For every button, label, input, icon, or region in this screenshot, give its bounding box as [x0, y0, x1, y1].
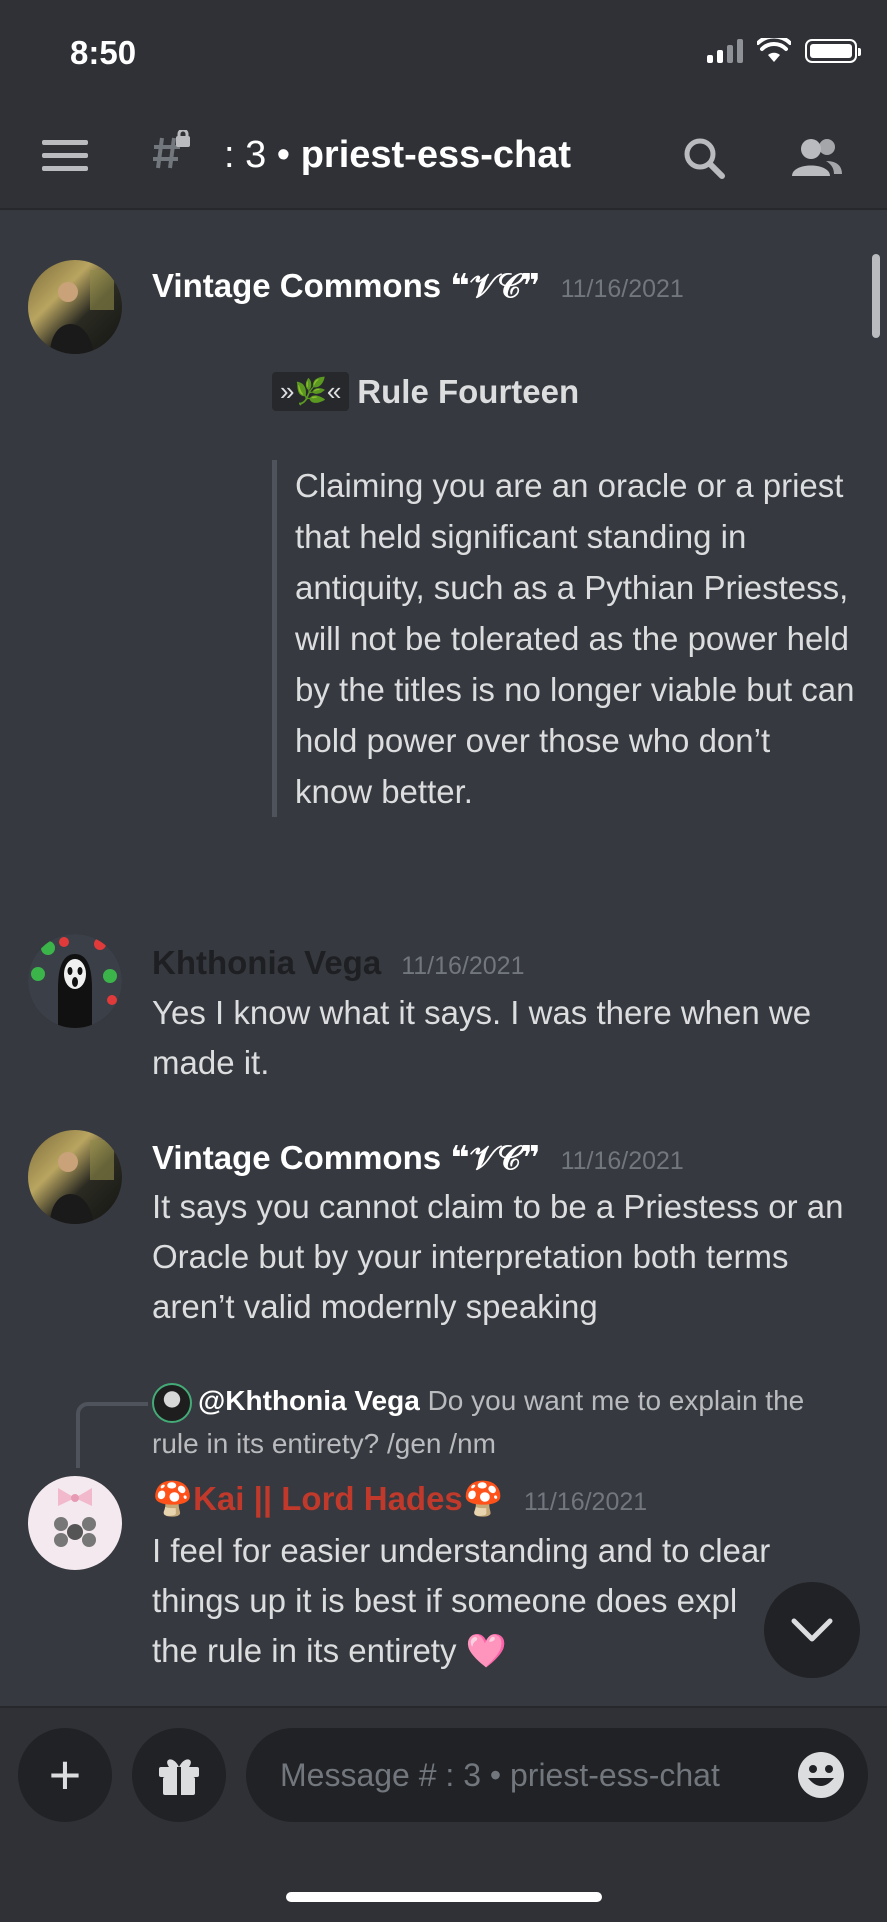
status-icons [707, 38, 861, 64]
gift-icon [159, 1759, 199, 1795]
reply-reference[interactable]: @Khthonia Vega Do you want me to explain… [152, 1380, 852, 1465]
rule-heading: »🌿« Rule Fourteen [272, 372, 579, 411]
reply-avatar [152, 1382, 192, 1423]
avatar[interactable] [28, 1476, 122, 1570]
block-quote: Claiming you are an oracle or a priest t… [272, 460, 855, 817]
message-author[interactable]: Vintage Commons ❝𝒱𝒞❞ 11/16/2021 [152, 1138, 684, 1178]
channel-title[interactable]: : 3 • priest-ess-chat [224, 134, 571, 177]
author-name[interactable]: Vintage Commons ❝𝒱𝒞❞ [152, 267, 541, 304]
message-timestamp: 11/16/2021 [401, 952, 525, 980]
message-timestamp: 11/16/2021 [523, 1488, 648, 1516]
leaf-emoji-icon: »🌿« [272, 372, 350, 411]
rule-title: Rule Fourteen [357, 372, 580, 410]
status-time: 8:50 [70, 34, 137, 71]
locked-channel-hash-icon [150, 128, 194, 184]
message-author[interactable]: Vintage Commons ❝𝒱𝒞❞ 11/16/2021 [152, 266, 684, 306]
reply-mention[interactable]: @Khthonia Vega [198, 1385, 420, 1416]
message-composer: + Message # : 3 • priest-ess-chat [0, 1706, 887, 1922]
mushroom-emoji-icon: 🍄 [152, 1480, 194, 1517]
wifi-icon [757, 38, 791, 62]
message-text: I feel for easier understanding and to c… [152, 1526, 862, 1676]
author-name[interactable]: Vintage Commons ❝𝒱𝒞❞ [152, 1139, 541, 1176]
reply-connector [76, 1402, 148, 1468]
cellular-signal-icon [707, 39, 743, 63]
pink-heart-emoji: 🩷 [465, 1632, 507, 1669]
avatar[interactable] [28, 260, 122, 354]
hamburger-menu-icon[interactable] [42, 140, 88, 172]
message-input[interactable]: Message # : 3 • priest-ess-chat [246, 1728, 868, 1822]
scroll-to-bottom-button[interactable] [764, 1582, 860, 1678]
message-author[interactable]: 🍄Kai || Lord Hades🍄 11/16/2021 [152, 1480, 647, 1519]
message-timestamp: 11/16/2021 [560, 275, 684, 303]
channel-prefix: : 3 • [224, 134, 291, 176]
avatar[interactable] [28, 1130, 122, 1224]
top-bar: 8:50 : 3 • priest-ess-chat [0, 0, 887, 210]
search-icon[interactable] [680, 134, 728, 182]
message-text: Yes I know what it says. I was there whe… [152, 994, 812, 1081]
message-input-placeholder: Message # : 3 • priest-ess-chat [280, 1756, 720, 1793]
add-attachment-button[interactable]: + [18, 1728, 112, 1822]
home-indicator[interactable] [286, 1892, 602, 1902]
plus-icon: + [48, 1743, 82, 1806]
message-timestamp: 11/16/2021 [560, 1147, 684, 1175]
members-icon[interactable] [790, 134, 842, 182]
avatar[interactable] [28, 934, 122, 1028]
author-name[interactable]: Kai || Lord Hades [193, 1480, 463, 1517]
scrollbar[interactable] [872, 254, 880, 338]
mushroom-emoji-icon: 🍄 [462, 1480, 504, 1517]
message-text-main: I feel for easier understanding and to c… [152, 1532, 771, 1619]
emoji-icon[interactable] [796, 1750, 846, 1800]
message-text-tail: the rule in its entirety [152, 1632, 457, 1669]
author-name[interactable]: Khthonia Vega [152, 944, 381, 981]
message-author[interactable]: Khthonia Vega 11/16/2021 [152, 944, 524, 982]
gift-button[interactable] [132, 1728, 226, 1822]
channel-name: priest-ess-chat [300, 134, 572, 176]
message-text: It says you cannot claim to be a Prieste… [152, 1188, 844, 1325]
battery-icon [805, 39, 861, 63]
chevron-down-icon [791, 1618, 833, 1642]
